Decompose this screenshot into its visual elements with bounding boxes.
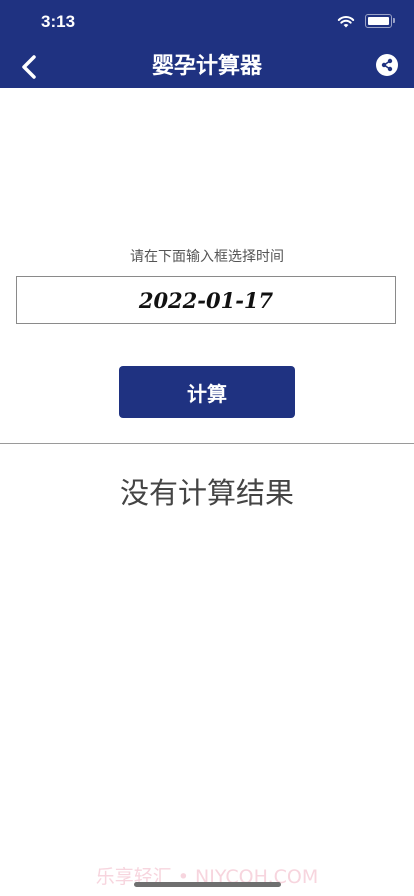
result-text: 没有计算结果 — [119, 476, 294, 510]
status-time: 3:13 — [41, 12, 76, 31]
divider — [0, 443, 414, 444]
share-icon — [381, 58, 393, 72]
battery-icon — [365, 14, 395, 28]
date-input[interactable]: 2022-01-17 — [16, 276, 396, 324]
status-icons — [337, 14, 395, 28]
app-header: 3:13 婴孕计算器 — [0, 0, 414, 88]
home-indicator[interactable] — [134, 882, 281, 887]
share-button[interactable] — [376, 54, 398, 76]
wifi-icon — [337, 16, 355, 28]
calculate-button[interactable]: 计算 — [119, 366, 295, 418]
date-prompt-label: 请在下面输入框选择时间 — [130, 249, 284, 265]
page-title: 婴孕计算器 — [151, 54, 262, 79]
